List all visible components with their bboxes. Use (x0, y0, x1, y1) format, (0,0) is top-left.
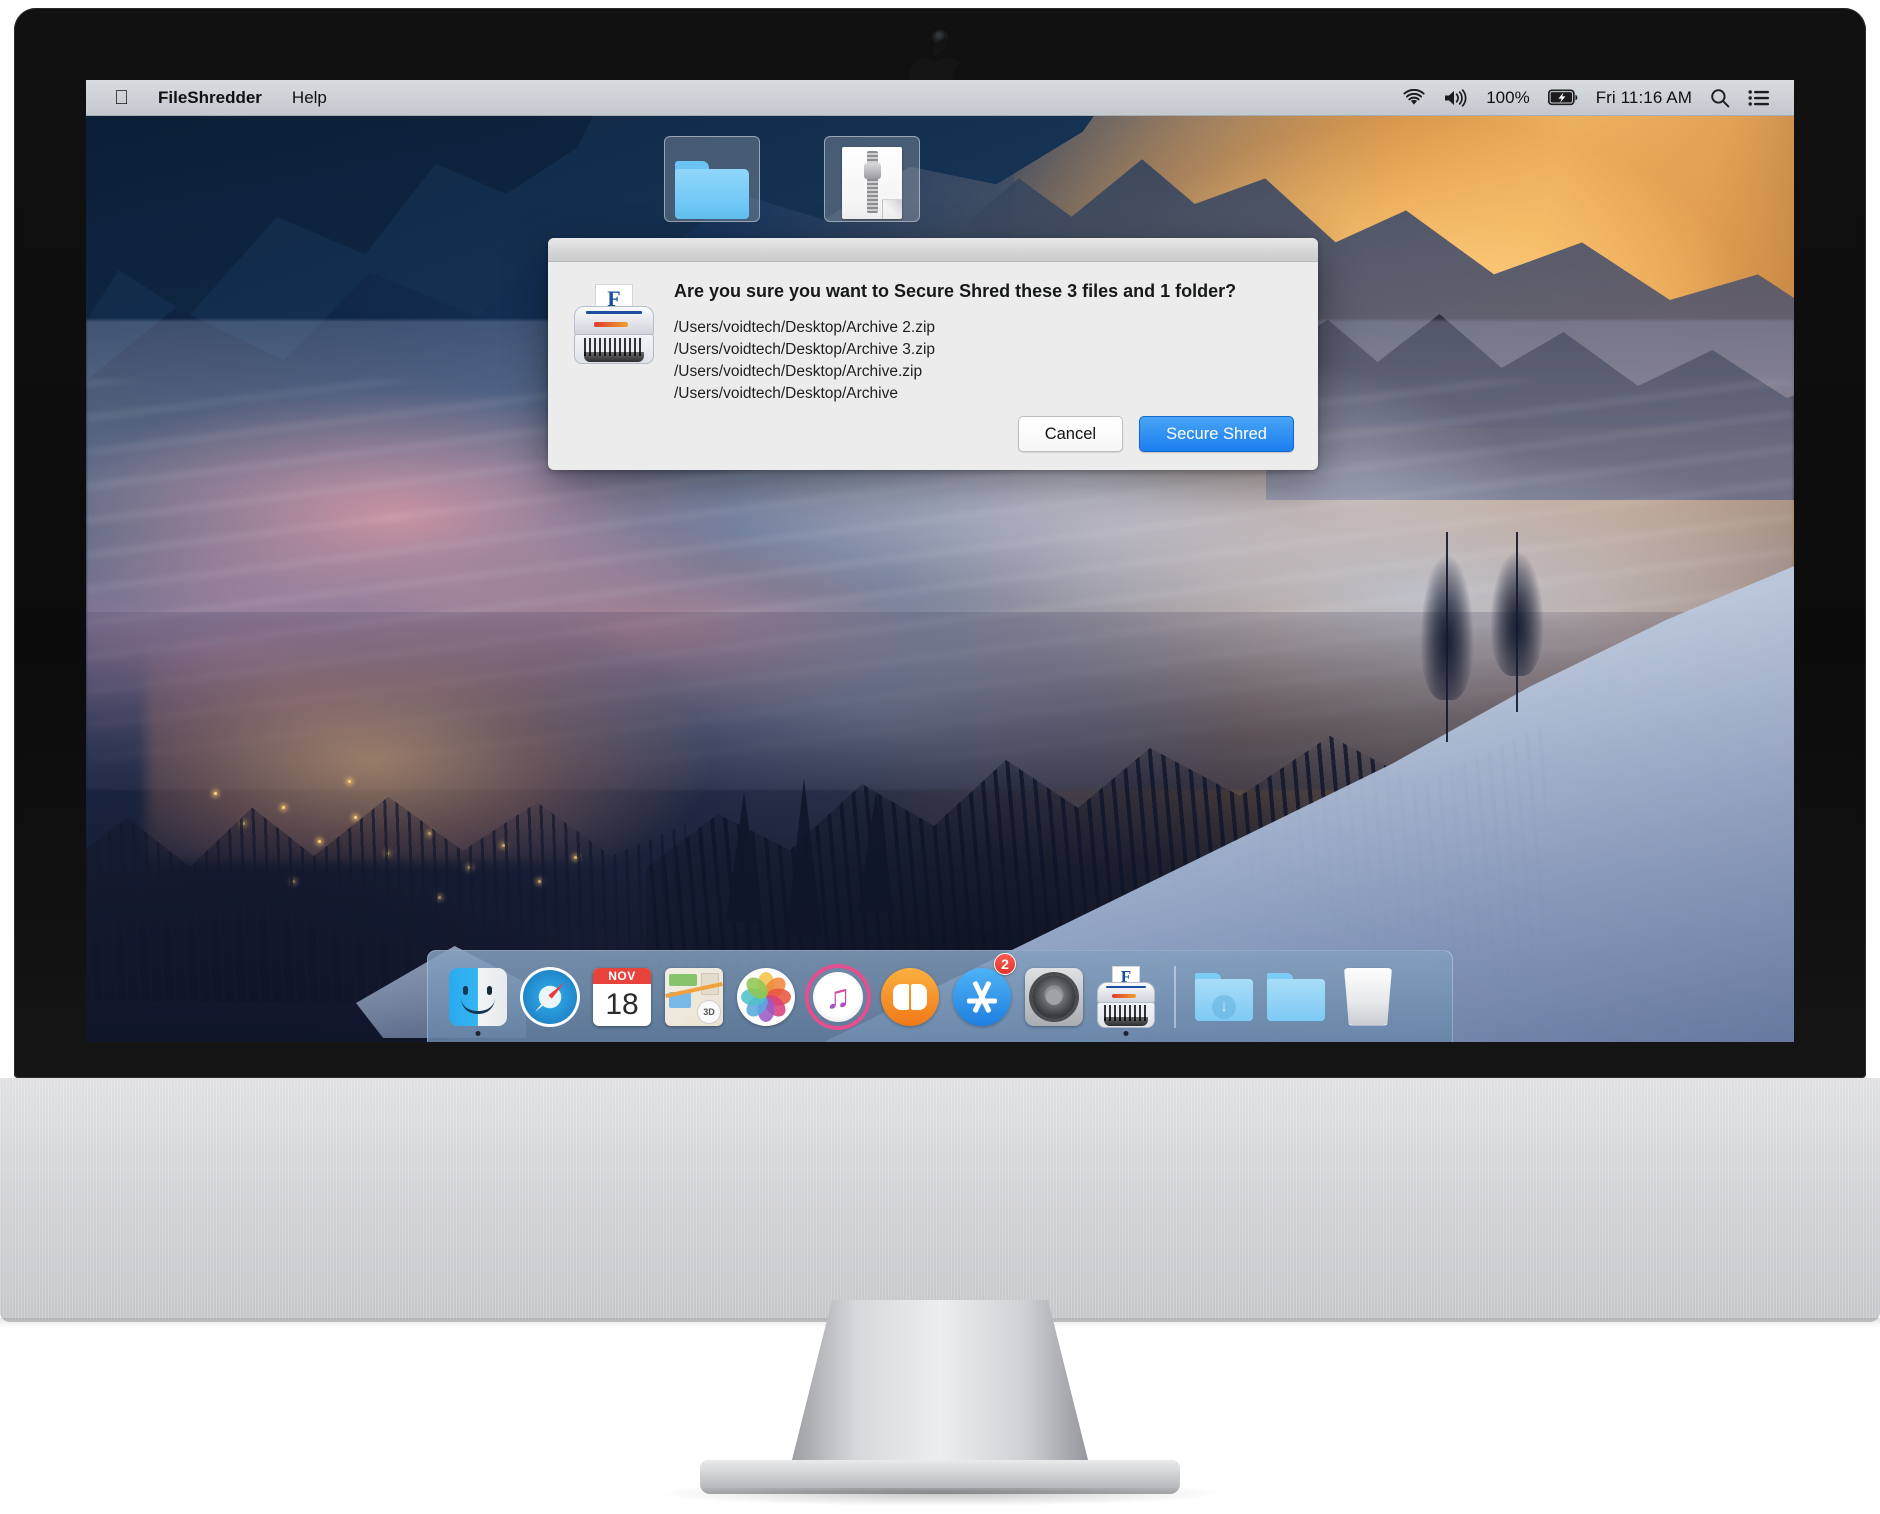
maps-3d-badge: 3D (697, 999, 721, 1024)
menu-item-app-name[interactable]: FileShredder (143, 80, 277, 116)
finder-icon (449, 967, 507, 1026)
folder-icon (675, 161, 749, 219)
desktop-icon-archive-folder[interactable] (664, 136, 760, 222)
desktop-icon-selection (824, 136, 920, 222)
safari-icon (520, 966, 580, 1027)
app-store-badge: 2 (994, 952, 1016, 975)
dock-separator (1174, 965, 1176, 1028)
dialog-heading: Are you sure you want to Secure Shred th… (674, 281, 1237, 301)
running-indicator (1123, 1030, 1129, 1036)
dock-item-app-store[interactable]: 2 (946, 951, 1018, 1043)
file-shredder-icon: F (1097, 965, 1155, 1028)
maps-icon: 3D (665, 967, 723, 1026)
calendar-month-label: NOV (593, 967, 651, 984)
secure-shred-confirmation-dialog: F Are you sure you want to Secure Shred … (548, 238, 1318, 470)
search-icon[interactable] (1710, 88, 1730, 108)
file-path-item: /Users/voidtech/Desktop/Archive 3.zip (674, 340, 936, 358)
dock-item-calendar[interactable]: NOV 18 (586, 951, 658, 1043)
folder-icon (1267, 972, 1325, 1021)
secure-shred-button[interactable]: Secure Shred (1139, 415, 1294, 452)
battery-charging-icon[interactable] (1547, 89, 1578, 106)
running-indicator (475, 1030, 481, 1036)
itunes-icon: ♫ (809, 968, 867, 1026)
ibooks-icon (881, 967, 939, 1026)
photos-icon (737, 967, 795, 1026)
imac-stand (790, 1300, 1090, 1468)
battery-percent-label: 100% (1486, 87, 1530, 107)
dock-item-ibooks[interactable] (874, 951, 946, 1043)
zip-archive-icon (842, 147, 902, 219)
calendar-day-label: 18 (605, 987, 639, 1021)
dock-item-file-shredder[interactable]: F (1090, 951, 1162, 1043)
app-store-icon (953, 967, 1011, 1026)
music-note-glyph: ♫ (825, 977, 851, 1016)
calendar-icon: NOV 18 (593, 967, 651, 1026)
volume-icon[interactable] (1443, 88, 1468, 107)
dock: NOV 18 3D ♫ 2 F ↓ (427, 950, 1453, 1042)
notification-center-icon[interactable] (1748, 89, 1770, 107)
desktop-wallpaper (86, 80, 1794, 1042)
apple-menu-icon[interactable]:  (108, 82, 143, 114)
menu-bar-clock[interactable]: Fri 11:16 AM (1596, 88, 1692, 108)
trash-icon (1344, 967, 1392, 1026)
file-shredder-app-icon: F (574, 284, 654, 364)
system-preferences-icon (1025, 967, 1083, 1026)
imac-computer:  FileShredder Help (0, 0, 1880, 1514)
download-arrow-glyph: ↓ (1212, 994, 1236, 1019)
dock-item-itunes[interactable]: ♫ (802, 951, 874, 1043)
imac-stand-shadow (660, 1488, 1220, 1506)
dock-item-system-preferences[interactable] (1018, 951, 1090, 1043)
dock-item-trash[interactable] (1332, 951, 1404, 1043)
dock-item-finder[interactable] (442, 951, 514, 1043)
screen:  FileShredder Help (86, 80, 1794, 1042)
downloads-folder-icon: ↓ (1195, 972, 1253, 1021)
dock-item-photos[interactable] (730, 951, 802, 1043)
menu-bar:  FileShredder Help (86, 80, 1794, 116)
dialog-title-bar[interactable] (548, 238, 1318, 262)
dock-item-folder[interactable] (1260, 951, 1332, 1043)
imac-chin (0, 1078, 1880, 1322)
file-path-item: /Users/voidtech/Desktop/Archive (674, 384, 898, 402)
desktop-icon-archive-zip[interactable] (824, 136, 920, 222)
menu-item-help[interactable]: Help (277, 80, 342, 116)
dock-item-safari[interactable] (514, 951, 586, 1043)
cancel-button[interactable]: Cancel (1017, 415, 1124, 452)
dock-item-downloads[interactable]: ↓ (1188, 951, 1260, 1043)
file-path-item: /Users/voidtech/Desktop/Archive 2.zip (674, 318, 936, 336)
desktop-icon-selection (664, 136, 760, 222)
dock-item-maps[interactable]: 3D (658, 951, 730, 1043)
wifi-icon[interactable] (1403, 89, 1425, 106)
file-path-item: /Users/voidtech/Desktop/Archive.zip (674, 362, 923, 380)
